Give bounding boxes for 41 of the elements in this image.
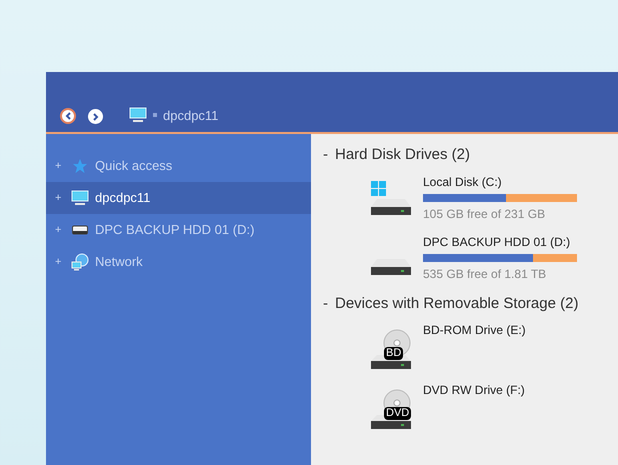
expand-toggle[interactable]: +: [55, 190, 61, 206]
address-breadcrumb[interactable]: dpcdpc11: [163, 106, 218, 125]
free-space-text: 535 GB free of 1.81 TB: [423, 266, 548, 282]
item-label: dpcdpc11: [95, 189, 150, 208]
windows-drive-icon: [371, 180, 411, 214]
drive-name: DPC BACKUP HDD 01 (D:): [423, 234, 572, 250]
separator-icon: [153, 113, 157, 118]
disc-label: DVD: [384, 407, 412, 420]
drive-tile[interactable]: DPC BACKUP HDD 01 (D:) 535 GB free of 1.81 TB: [323, 226, 618, 286]
back-button[interactable]: [60, 108, 76, 124]
chevron-right-icon: [92, 112, 98, 120]
expand-toggle[interactable]: +: [55, 222, 61, 238]
computer-icon: [129, 107, 147, 124]
drive-name: Local Disk (C:): [423, 174, 503, 190]
collapse-toggle[interactable]: -: [323, 292, 328, 315]
drive-icon: [72, 225, 88, 235]
drive-name: BD-ROM Drive (E:): [423, 322, 526, 339]
sidebar-item[interactable]: + Quick access: [46, 150, 311, 182]
drive-tile[interactable]: DVD DVD RW Drive (F:): [323, 375, 618, 435]
item-label: Quick access: [95, 157, 172, 176]
expand-toggle[interactable]: +: [55, 158, 61, 174]
drive-name: DVD RW Drive (F:): [423, 382, 525, 399]
star-icon: [72, 158, 88, 174]
item-label: Network: [95, 253, 143, 272]
free-space-text: 105 GB free of 231 GB: [423, 206, 546, 222]
computer-icon: [71, 190, 89, 206]
collapse-toggle[interactable]: -: [323, 144, 328, 166]
network-icon: [71, 253, 89, 271]
item-label: DPC BACKUP HDD 01 (D:): [95, 221, 254, 240]
sidebar-item[interactable]: + Network: [46, 246, 311, 278]
group-heading: Devices with Removable Storage (2): [335, 294, 578, 314]
sidebar-item[interactable]: + DPC BACKUP HDD 01 (D:): [46, 214, 311, 246]
drive-tile[interactable]: BD BD-ROM Drive (E:): [323, 315, 618, 375]
drive-tile[interactable]: Local Disk (C:) 105 GB free of 231 GB: [323, 166, 618, 226]
hard-drive-icon: [371, 258, 411, 274]
expand-toggle[interactable]: +: [55, 254, 61, 270]
forward-button[interactable]: [88, 109, 103, 124]
sidebar-item[interactable]: + dpcdpc11: [46, 182, 311, 214]
disc-label: BD: [384, 347, 404, 360]
chevron-left-icon: [65, 112, 71, 120]
group-heading: Hard Disk Drives (2): [335, 145, 470, 165]
